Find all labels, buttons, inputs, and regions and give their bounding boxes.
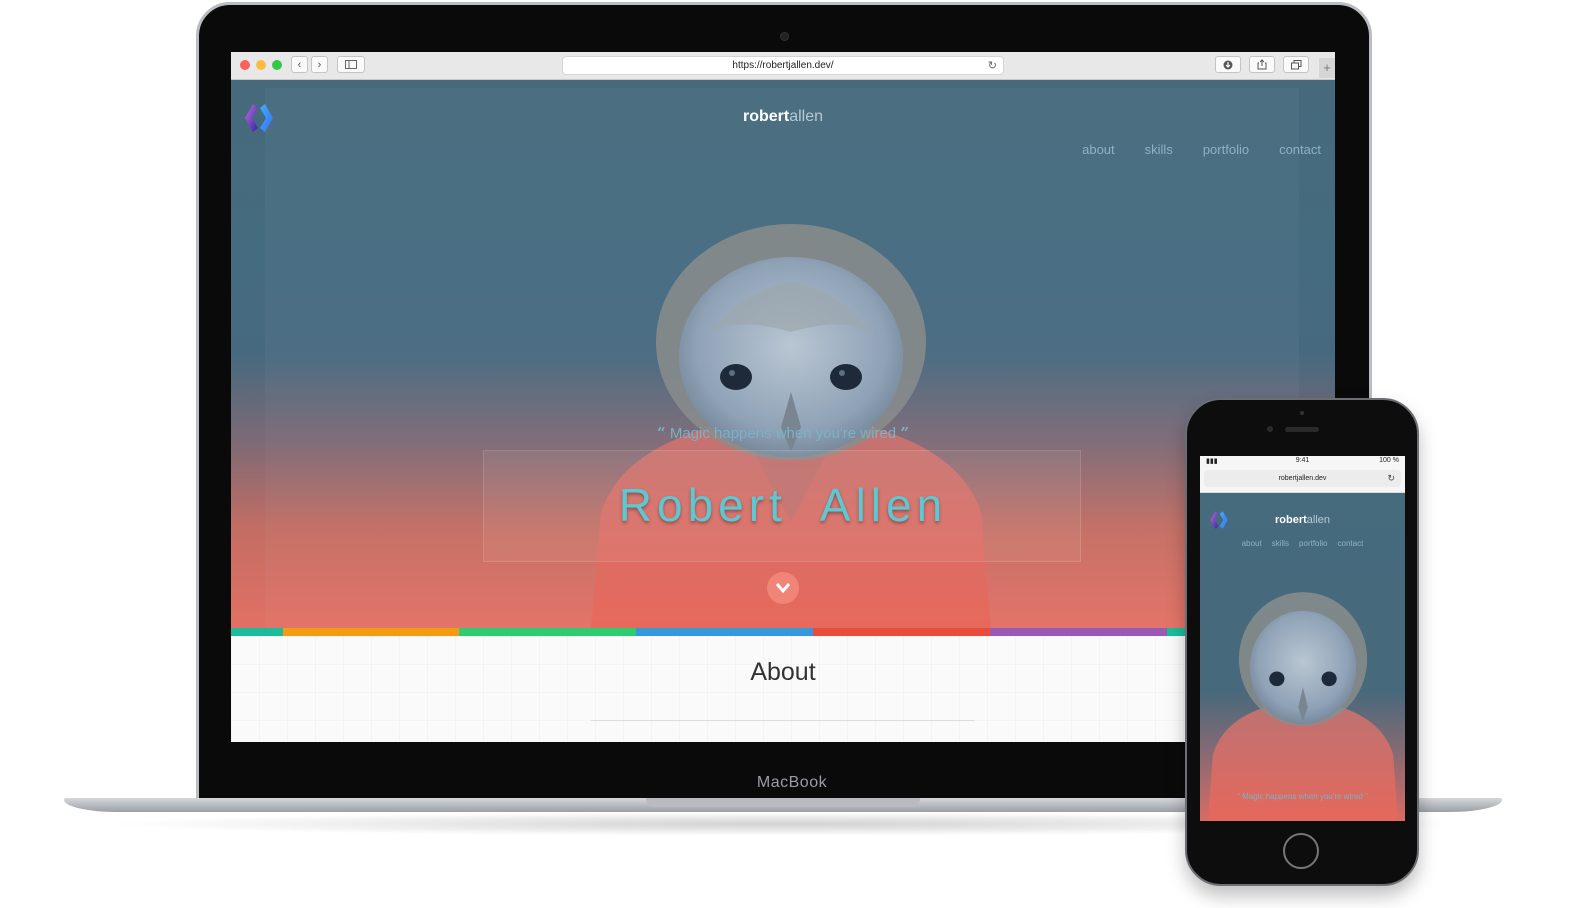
phone-site-brand[interactable]: robertallen — [1200, 514, 1405, 526]
quote-text: Magic happens when you're wired — [669, 425, 897, 442]
stripe-segment — [283, 628, 459, 636]
status-battery: 100 % — [1379, 457, 1399, 464]
quote-text: Magic happens when you're wired — [1242, 792, 1363, 801]
nav-portfolio[interactable]: portfolio — [1203, 142, 1249, 157]
stripe-segment — [813, 628, 990, 636]
new-tab-button[interactable]: + — [1319, 58, 1335, 78]
nav-skills[interactable]: skills — [1145, 142, 1173, 157]
close-window-button[interactable] — [240, 60, 250, 70]
chevron-right-icon: › — [317, 59, 322, 71]
nav-skills[interactable]: skills — [1272, 539, 1289, 548]
hero-name: Robert Allen — [618, 479, 948, 531]
scroll-down-button[interactable] — [767, 572, 799, 604]
tabs-icon — [1290, 60, 1301, 70]
phone-hero: robertallen about skills portfolio conta… — [1200, 493, 1405, 821]
browser-toolbar: ‹ › https://robertjallen.dev/ ↻ + — [231, 52, 1335, 80]
tabs-button[interactable] — [1283, 56, 1309, 73]
stripe-segment — [990, 628, 1167, 636]
stripe-segment — [231, 628, 283, 636]
color-stripe-bar — [231, 628, 1335, 636]
website: robertallen about skills portfolio conta… — [231, 80, 1335, 742]
phone-url-bar: robertjallen.dev ↻ — [1200, 466, 1405, 493]
address-bar[interactable]: https://robertjallen.dev/ ↻ — [562, 56, 1004, 75]
quote-open-icon: “ — [1237, 792, 1240, 801]
quote-close-icon: ” — [1365, 792, 1368, 801]
about-divider — [591, 720, 975, 721]
status-time: 9:41 — [1295, 457, 1310, 464]
url-text: https://robertjallen.dev/ — [732, 60, 834, 71]
phone-status-bar: ▮▮▮ 9:41 100 % — [1200, 456, 1405, 466]
hero-section: robertallen about skills portfolio conta… — [231, 80, 1335, 628]
minimize-window-button[interactable] — [256, 60, 266, 70]
nav-about[interactable]: about — [1082, 142, 1115, 157]
about-title: About — [750, 658, 816, 686]
brand-bold: robert — [1274, 514, 1307, 526]
reload-icon[interactable]: ↻ — [1387, 470, 1395, 487]
phone-screen: ▮▮▮ 9:41 100 % robertjallen.dev ↻ robert… — [1200, 456, 1405, 821]
zoom-window-button[interactable] — [272, 60, 282, 70]
phone-sensor — [1300, 411, 1304, 415]
laptop-screen: ‹ › https://robertjallen.dev/ ↻ + robert… — [231, 52, 1335, 742]
chevron-left-icon: ‹ — [297, 59, 302, 71]
brand-light: allen — [1306, 514, 1331, 526]
nav-portfolio[interactable]: portfolio — [1299, 539, 1327, 548]
hero-quote: “ Magic happens when you're wired ” — [231, 424, 1335, 442]
phone-site-nav: about skills portfolio contact — [1200, 539, 1405, 548]
laptop-camera — [780, 32, 789, 41]
about-section: About — [231, 636, 1335, 742]
sidebar-button[interactable] — [337, 56, 365, 73]
quote-close-icon: ” — [900, 424, 909, 442]
phone-speaker — [1285, 427, 1319, 432]
back-button[interactable]: ‹ — [291, 56, 308, 73]
brand-light: allen — [789, 108, 824, 125]
nav-contact[interactable]: contact — [1279, 142, 1321, 157]
forward-button[interactable]: › — [311, 56, 328, 73]
sidebar-icon — [345, 60, 357, 69]
laptop-notch — [646, 798, 920, 807]
nav-about[interactable]: about — [1242, 539, 1262, 548]
phone-hero-quote: “ Magic happens when you're wired ” — [1200, 792, 1405, 801]
nav-contact[interactable]: contact — [1338, 539, 1364, 548]
phone-address-field[interactable]: robertjallen.dev — [1204, 470, 1401, 487]
stripe-segment — [636, 628, 813, 636]
stripe-segment — [459, 628, 636, 636]
reload-icon[interactable]: ↻ — [988, 57, 997, 75]
owl-portrait — [1208, 592, 1398, 821]
phone-camera — [1267, 426, 1273, 432]
share-icon — [1257, 59, 1267, 70]
download-icon — [1223, 60, 1233, 70]
quote-open-icon: “ — [657, 424, 666, 442]
brand-bold: robert — [742, 108, 790, 125]
site-nav: about skills portfolio contact — [1082, 142, 1321, 157]
share-button[interactable] — [1249, 56, 1275, 73]
chevron-down-circle-icon — [775, 583, 791, 594]
phone-home-button[interactable] — [1283, 833, 1319, 869]
site-brand[interactable]: robertallen — [231, 108, 1335, 126]
download-button[interactable] — [1215, 56, 1241, 73]
